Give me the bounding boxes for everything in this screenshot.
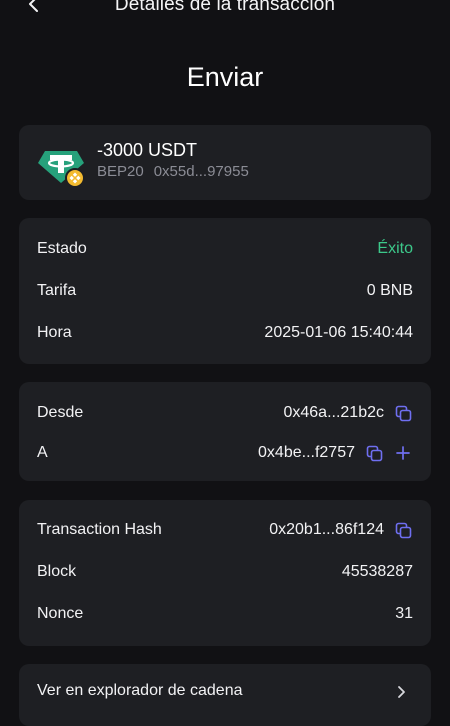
copy-from-button[interactable]	[393, 403, 413, 423]
addresses-card: Desde 0x46a...21b2c A 0x4be...f2757	[19, 382, 431, 481]
fee-row: Tarifa 0 BNB	[37, 279, 413, 303]
explorer-label: Ver en explorador de cadena	[37, 682, 243, 699]
to-label: A	[37, 444, 48, 461]
hash-row: Transaction Hash 0x20b1...86f124	[37, 518, 413, 542]
asset-card: -3000 USDT BEP20 0x55d...97955	[19, 125, 431, 200]
top-bar: Detalles de la transacción	[0, 0, 450, 30]
time-value: 2025-01-06 15:40:44	[264, 324, 413, 341]
copy-icon	[395, 405, 411, 421]
status-value: Éxito	[377, 240, 413, 257]
block-label: Block	[37, 563, 77, 580]
status-card: Estado Éxito Tarifa 0 BNB Hora 2025-01-0…	[19, 218, 431, 364]
nonce-row: Nonce 31	[37, 602, 413, 626]
chain-details-card: Transaction Hash 0x20b1...86f124 Block 4…	[19, 500, 431, 646]
copy-icon	[366, 445, 382, 461]
from-label: Desde	[37, 404, 84, 421]
view-on-explorer-button[interactable]: Ver en explorador de cadena	[19, 664, 431, 726]
hash-value: 0x20b1...86f124	[269, 521, 384, 538]
asset-amount: -3000 USDT	[97, 140, 198, 160]
copy-to-button[interactable]	[364, 443, 384, 463]
fee-label: Tarifa	[37, 282, 77, 299]
header-title: Detalles de la transacción	[114, 0, 336, 15]
asset-contract-address: 0x55d...97955	[153, 163, 249, 180]
hash-label: Transaction Hash	[37, 521, 162, 538]
tether-logo	[38, 151, 85, 188]
add-contact-icon	[396, 446, 410, 460]
status-row: Estado Éxito	[37, 237, 413, 261]
from-row: Desde 0x46a...21b2c	[37, 401, 413, 425]
hash-value-group: 0x20b1...86f124	[269, 520, 413, 540]
add-contact-button[interactable]	[393, 443, 413, 463]
copy-icon	[395, 522, 411, 538]
to-row: A 0x4be...f2757	[37, 441, 413, 465]
page-title: Enviar	[186, 62, 264, 92]
to-value-group: 0x4be...f2757	[258, 443, 413, 463]
block-row: Block 45538287	[37, 560, 413, 584]
copy-hash-button[interactable]	[393, 520, 413, 540]
nonce-value: 31	[395, 605, 413, 622]
from-value-group: 0x46a...21b2c	[283, 403, 413, 423]
asset-details: BEP20 0x55d...97955	[97, 163, 249, 180]
bnb-badge-icon	[65, 168, 85, 188]
from-address: 0x46a...21b2c	[283, 404, 384, 421]
asset-network: BEP20	[97, 163, 144, 180]
fee-value: 0 BNB	[366, 282, 413, 299]
to-address: 0x4be...f2757	[258, 444, 355, 461]
block-value: 45538287	[341, 563, 413, 580]
time-label: Hora	[37, 324, 72, 341]
chevron-right-icon	[398, 686, 405, 698]
status-label: Estado	[37, 240, 87, 257]
time-row: Hora 2025-01-06 15:40:44	[37, 321, 413, 345]
nonce-label: Nonce	[37, 605, 84, 622]
